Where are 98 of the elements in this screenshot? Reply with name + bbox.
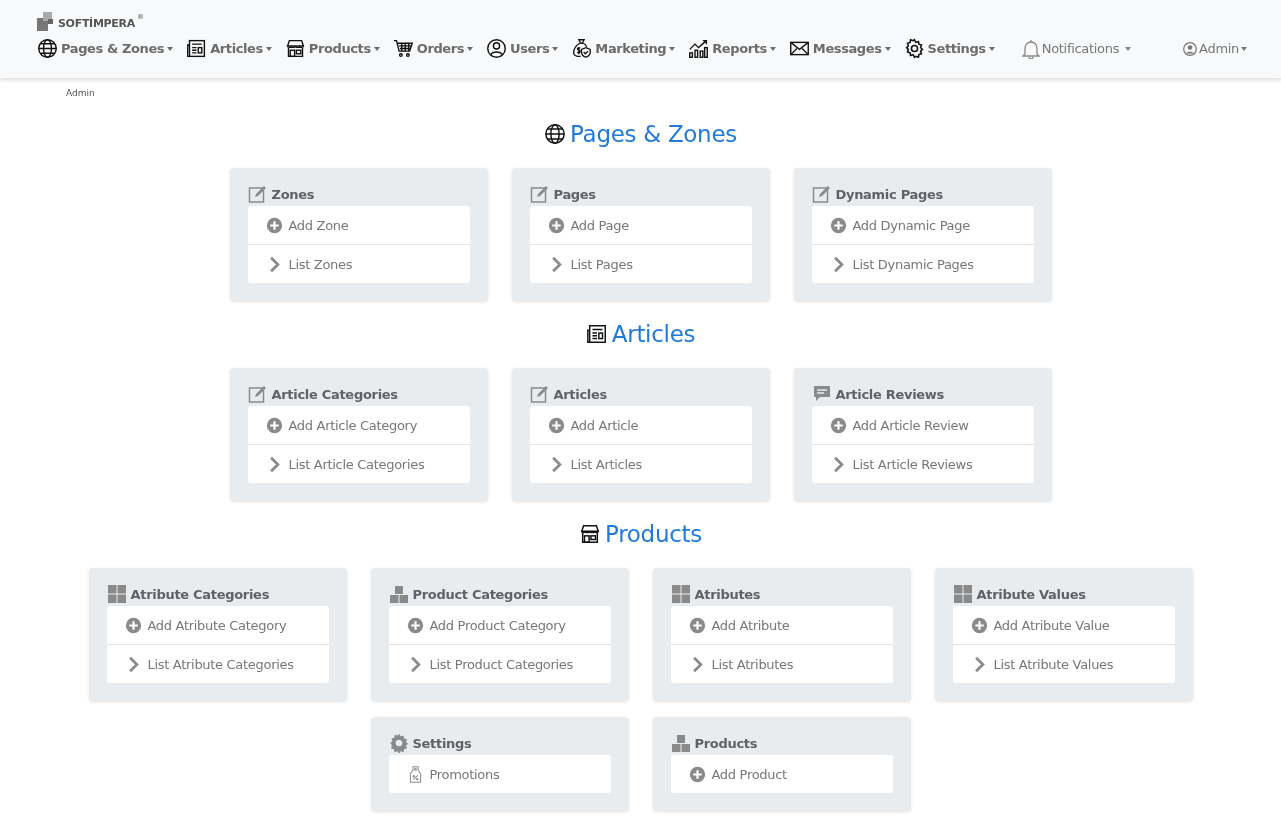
plus-circle-icon: [406, 616, 424, 634]
caret-icon: [1125, 46, 1132, 51]
plus-circle-icon: [688, 765, 706, 783]
newspaper-icon: [585, 323, 608, 345]
breadcrumb: Admin: [66, 88, 96, 100]
menu-link[interactable]: List Article Reviews: [811, 445, 1034, 483]
menu-link[interactable]: Add Atribute Value: [952, 606, 1175, 645]
menu-link[interactable]: List Zones: [247, 245, 470, 283]
logo-text: SOFTİMPERA: [58, 17, 135, 30]
menu-link[interactable]: Add Atribute: [670, 606, 893, 645]
caret-icon: [988, 46, 995, 51]
menu-link[interactable]: List Atributes: [670, 645, 893, 683]
bar-chart-icon: [688, 38, 710, 59]
caret-icon: [1241, 46, 1247, 51]
menu-link[interactable]: Add Atribute Category: [106, 606, 329, 645]
logo-icon: [37, 12, 56, 31]
menu-link[interactable]: Add Product Category: [388, 606, 611, 645]
edit-icon: [529, 184, 550, 204]
menu-link[interactable]: List Articles: [529, 445, 752, 483]
menu-link[interactable]: Add Product: [670, 755, 893, 793]
cart-icon: [392, 38, 414, 59]
plus-circle-icon: [265, 216, 283, 234]
card-title: Articles: [553, 386, 607, 402]
section-heading: Pages & Zones: [570, 121, 737, 147]
section-heading: Products: [605, 521, 702, 547]
newspaper-icon: [186, 38, 208, 59]
caret-icon: [884, 46, 891, 51]
grid-icon: [670, 584, 691, 604]
nav-menu-item[interactable]: Settings: [903, 38, 995, 59]
nav-menu-item[interactable]: Messages: [788, 38, 891, 59]
menu-link[interactable]: Add Zone: [247, 206, 470, 245]
card-title: Atribute Values: [976, 586, 1086, 602]
user-icon: [486, 38, 508, 59]
caret-icon: [467, 46, 474, 51]
plus-circle-icon: [970, 616, 988, 634]
caret-icon: [769, 46, 776, 51]
gear-icon: [903, 38, 925, 59]
card-title: Article Reviews: [835, 386, 944, 402]
card-title: Products: [694, 735, 758, 751]
caret-icon: [373, 46, 380, 51]
nav-menu-item[interactable]: Products: [284, 38, 380, 59]
money-bag-icon: [571, 38, 593, 59]
card-title: Pages: [553, 186, 596, 202]
card-title: Settings: [412, 735, 472, 751]
menu-link[interactable]: Add Article Review: [811, 406, 1034, 445]
edit-icon: [247, 184, 268, 204]
menu-link[interactable]: Add Page: [529, 206, 752, 245]
section-heading: Articles: [611, 321, 696, 347]
caret-icon: [669, 46, 676, 51]
boxes-icon: [670, 733, 691, 753]
card-title: Atributes: [694, 586, 761, 602]
plus-circle-icon: [829, 216, 847, 234]
edit-icon: [811, 184, 832, 204]
user-menu[interactable]: Admin: [1183, 41, 1247, 56]
plus-circle-icon: [265, 416, 283, 434]
nav-menu-item[interactable]: Articles: [186, 38, 272, 59]
menu-link[interactable]: List Dynamic Pages: [811, 245, 1034, 283]
plus-circle-icon: [547, 416, 565, 434]
nav-menu-item[interactable]: Users: [486, 38, 559, 59]
comment-icon: [811, 384, 832, 404]
card-title: Atribute Categories: [130, 586, 270, 602]
menu-link[interactable]: Add Article Category: [247, 406, 470, 445]
notifications-menu[interactable]: Notifications: [1021, 38, 1132, 59]
nav-menu-item[interactable]: Marketing: [571, 38, 676, 59]
grid-icon: [106, 584, 127, 604]
globe-icon: [37, 38, 58, 59]
caret-icon: [552, 46, 559, 51]
storefront-icon: [284, 38, 306, 59]
bell-icon: [1021, 38, 1040, 59]
boxes-icon: [388, 584, 409, 604]
plus-circle-icon: [688, 616, 706, 634]
storefront-icon: [579, 523, 602, 545]
plus-circle-icon: [124, 616, 142, 634]
user-icon: [1183, 41, 1198, 56]
menu-link[interactable]: List Article Categories: [247, 445, 470, 483]
card-title: Dynamic Pages: [835, 186, 943, 202]
plus-circle-icon: [829, 416, 847, 434]
grid-icon: [952, 584, 973, 604]
gear-icon: [388, 733, 409, 753]
edit-icon: [529, 384, 550, 404]
menu-link[interactable]: Promotions: [388, 755, 611, 793]
card-title: Article Categories: [271, 386, 398, 402]
card-title: Zones: [271, 186, 315, 202]
card-title: Product Categories: [412, 586, 548, 602]
menu-link[interactable]: List Pages: [529, 245, 752, 283]
edit-icon: [247, 384, 268, 404]
nav-menu-item[interactable]: Orders: [392, 38, 474, 59]
nav-menu-item[interactable]: Pages & Zones: [37, 38, 174, 59]
caret-icon: [167, 46, 174, 51]
menu-link[interactable]: Add Article: [529, 406, 752, 445]
menu-link[interactable]: List Atribute Categories: [106, 645, 329, 683]
globe-icon: [544, 123, 567, 145]
plus-circle-icon: [547, 216, 565, 234]
menu-link[interactable]: Add Dynamic Page: [811, 206, 1034, 245]
caret-icon: [265, 46, 272, 51]
menu-link[interactable]: List Product Categories: [388, 645, 611, 683]
menu-link[interactable]: List Atribute Values: [952, 645, 1175, 683]
nav-menu-item[interactable]: Reports: [688, 38, 776, 59]
